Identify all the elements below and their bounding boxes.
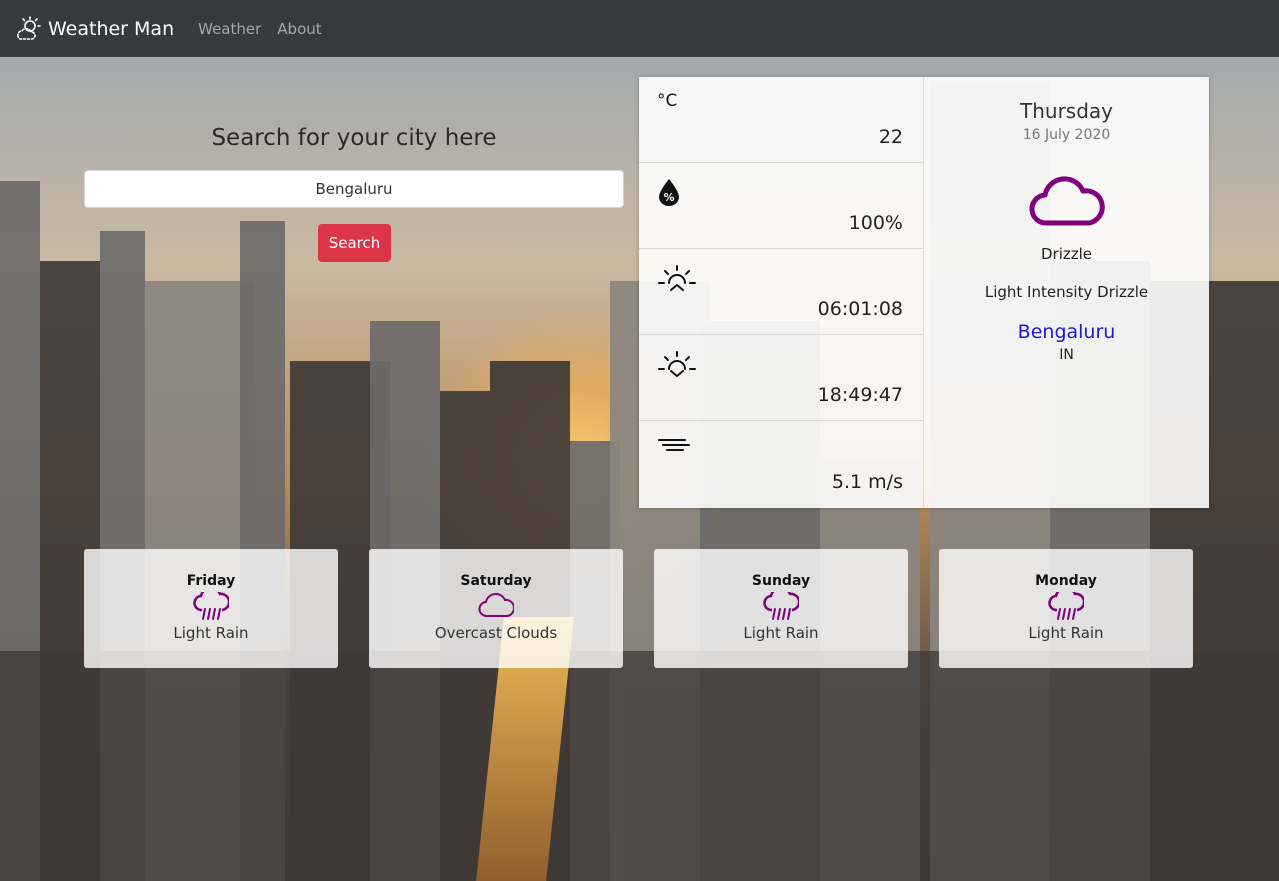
sunset-value: 18:49:47 xyxy=(817,384,903,406)
rain-icon xyxy=(84,586,338,622)
city-name: Bengaluru xyxy=(1017,321,1116,343)
sunset-icon xyxy=(657,349,697,386)
forecast-card: Sunday Light Rain xyxy=(654,549,908,668)
forecast-day: Sunday xyxy=(751,573,811,589)
brand-link[interactable]: Weather Man xyxy=(14,15,174,43)
today-summary: Thursday 16 July 2020 Drizzle Light Inte… xyxy=(924,77,1209,508)
brand-name: Weather Man xyxy=(48,17,175,40)
temperature-value: 22 xyxy=(878,126,903,148)
wind-value: 5.1 m/s xyxy=(831,471,903,493)
current-weather-panel: °C 22 % 100% 06:01:08 18:49:47 5.1 m/s T… xyxy=(639,77,1209,508)
humidity-value: 100% xyxy=(848,212,903,234)
nav-about-link[interactable]: About xyxy=(277,20,321,38)
navbar: Weather Man Weather About xyxy=(0,0,1279,57)
forecast-description: Light Rain xyxy=(743,624,819,642)
sunrise-value: 06:01:08 xyxy=(817,298,903,320)
wind-stat: 5.1 m/s xyxy=(639,421,923,507)
nav-weather-link[interactable]: Weather xyxy=(198,20,261,38)
forecast-card: Monday Light Rain xyxy=(939,549,1193,668)
forecast-description: Light Rain xyxy=(1028,624,1104,642)
forecast-card: Saturday Overcast Clouds xyxy=(369,549,623,668)
sunrise-stat: 06:01:08 xyxy=(639,249,923,335)
rain-icon xyxy=(654,586,908,622)
forecast-day: Monday xyxy=(1035,573,1097,589)
cloud-icon xyxy=(369,592,623,622)
forecast-day: Saturday xyxy=(460,573,532,589)
forecast-description: Overcast Clouds xyxy=(434,624,558,642)
temperature-stat: °C 22 xyxy=(639,77,923,163)
forecast-card: Friday Light Rain xyxy=(84,549,338,668)
city-search-input[interactable] xyxy=(84,170,624,208)
weather-main: Drizzle xyxy=(1040,245,1093,263)
sun-cloud-logo-icon xyxy=(17,15,41,40)
sunset-stat: 18:49:47 xyxy=(639,335,923,421)
rain-icon xyxy=(939,586,1193,622)
weather-description: Light Intensity Drizzle xyxy=(984,283,1149,301)
search-button[interactable]: Search xyxy=(318,224,391,262)
forecast-description: Light Rain xyxy=(173,624,249,642)
today-date: 16 July 2020 xyxy=(1022,127,1111,143)
stats-column: °C 22 % 100% 06:01:08 18:49:47 5.1 m/s xyxy=(639,77,924,508)
wind-icon xyxy=(657,435,691,460)
celsius-icon: °C xyxy=(657,91,678,111)
cloud-icon xyxy=(924,173,1209,233)
forecast-day: Friday xyxy=(186,573,236,589)
today-day: Thursday xyxy=(1020,99,1113,123)
country-code: IN xyxy=(1059,347,1074,363)
humidity-drop-icon: % xyxy=(657,177,681,212)
sunrise-icon xyxy=(657,263,697,300)
search-heading: Search for your city here xyxy=(211,125,497,151)
humidity-stat: % 100% xyxy=(639,163,923,249)
svg-text:%: % xyxy=(663,191,674,204)
